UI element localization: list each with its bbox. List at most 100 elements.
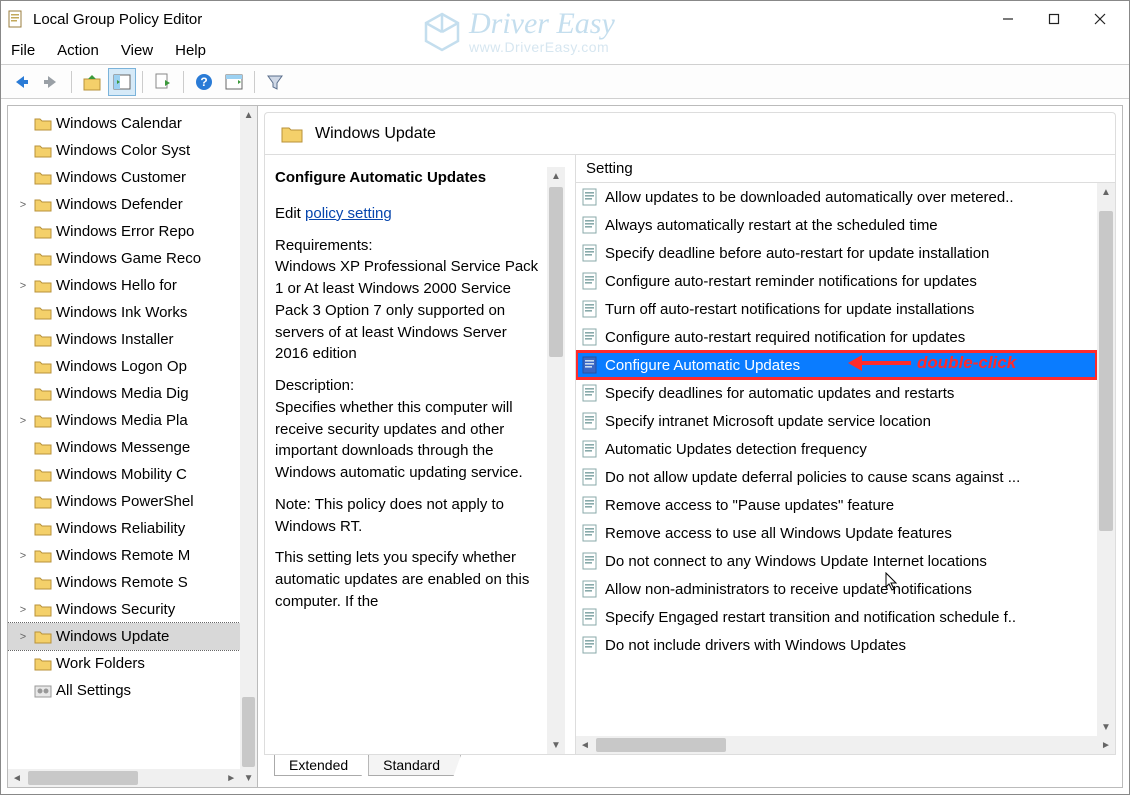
show-hide-tree-button[interactable] [108, 68, 136, 96]
folder-icon [34, 117, 52, 131]
expander-icon[interactable] [16, 307, 30, 319]
setting-row[interactable]: Allow non-administrators to receive upda… [576, 575, 1097, 603]
tree-item[interactable]: Windows Logon Op [8, 353, 240, 380]
expander-icon[interactable] [16, 577, 30, 589]
help-button[interactable]: ? [190, 68, 218, 96]
expander-icon[interactable] [16, 253, 30, 265]
tree-item[interactable]: Windows Media Dig [8, 380, 240, 407]
tree-item[interactable]: Work Folders [8, 650, 240, 677]
setting-row[interactable]: Specify Engaged restart transition and n… [576, 603, 1097, 631]
folder-icon [34, 603, 52, 617]
expander-icon[interactable] [16, 145, 30, 157]
minimize-button[interactable] [985, 3, 1031, 35]
maximize-button[interactable] [1031, 3, 1077, 35]
expander-icon[interactable] [16, 361, 30, 373]
policy-icon [582, 412, 599, 430]
setting-row[interactable]: Specify deadlines for automatic updates … [576, 379, 1097, 407]
properties-button[interactable] [220, 68, 248, 96]
tree-item[interactable]: Windows Customer [8, 164, 240, 191]
setting-row[interactable]: Remove access to use all Windows Update … [576, 519, 1097, 547]
policy-icon [582, 608, 599, 626]
expander-icon[interactable] [16, 388, 30, 400]
back-button[interactable] [7, 68, 35, 96]
tree-item[interactable]: Windows Remote S [8, 569, 240, 596]
setting-row[interactable]: Automatic Updates detection frequency [576, 435, 1097, 463]
up-button[interactable] [78, 68, 106, 96]
tree-item-label: Windows Error Repo [56, 223, 194, 240]
expander-icon[interactable]: > [16, 199, 30, 211]
menu-file[interactable]: File [11, 42, 35, 59]
tree-item[interactable]: Windows Ink Works [8, 299, 240, 326]
tree-item[interactable]: Windows Messenge [8, 434, 240, 461]
expander-icon[interactable]: > [16, 604, 30, 616]
tab-extended[interactable]: Extended [274, 755, 369, 776]
setting-row[interactable]: Do not connect to any Windows Update Int… [576, 547, 1097, 575]
policy-setting-link[interactable]: policy setting [305, 205, 392, 222]
list-header-setting[interactable]: Setting [576, 155, 1115, 183]
expander-icon[interactable]: > [16, 550, 30, 562]
tree-item[interactable]: Windows Calendar [8, 110, 240, 137]
app-icon [7, 10, 25, 28]
expander-icon[interactable] [16, 226, 30, 238]
setting-row[interactable]: Configure Automatic Updatesdouble-click [576, 351, 1097, 379]
setting-row[interactable]: Specify deadline before auto-restart for… [576, 239, 1097, 267]
setting-row[interactable]: Always automatically restart at the sche… [576, 211, 1097, 239]
expander-icon[interactable] [16, 442, 30, 454]
tree-item-label: Windows Defender [56, 196, 183, 213]
expander-icon[interactable] [16, 523, 30, 535]
menu-help[interactable]: Help [175, 42, 206, 59]
tree-item[interactable]: >Windows Hello for [8, 272, 240, 299]
tree-item[interactable]: All Settings [8, 677, 240, 704]
pane-header: Windows Update [264, 112, 1116, 154]
tree-item[interactable]: Windows Color Syst [8, 137, 240, 164]
expander-icon[interactable] [16, 658, 30, 670]
menu-view[interactable]: View [121, 42, 153, 59]
tree-item[interactable]: Windows Reliability [8, 515, 240, 542]
setting-label: Specify Engaged restart transition and n… [605, 609, 1016, 626]
setting-row[interactable]: Configure auto-restart required notifica… [576, 323, 1097, 351]
export-button[interactable] [149, 68, 177, 96]
expander-icon[interactable] [16, 469, 30, 481]
tree-horizontal-scrollbar[interactable]: ◄► [8, 769, 240, 787]
list-vertical-scrollbar[interactable]: ▲▼ [1097, 183, 1115, 736]
setting-row[interactable]: Allow updates to be downloaded automatic… [576, 183, 1097, 211]
folder-icon [34, 576, 52, 590]
tree-item[interactable]: Windows Installer [8, 326, 240, 353]
expander-icon[interactable] [16, 172, 30, 184]
menu-action[interactable]: Action [57, 42, 99, 59]
info-vertical-scrollbar[interactable]: ▲▼ [547, 167, 565, 754]
bottom-tabs: Extended Standard [264, 755, 1116, 781]
close-button[interactable] [1077, 3, 1123, 35]
expander-icon[interactable] [16, 118, 30, 130]
tree-vertical-scrollbar[interactable]: ▲▼ [240, 106, 257, 787]
tree-item[interactable]: >Windows Update [8, 623, 240, 650]
expander-icon[interactable]: > [16, 415, 30, 427]
tree-item[interactable]: Windows Game Reco [8, 245, 240, 272]
tree-item[interactable]: Windows Mobility C [8, 461, 240, 488]
policy-icon [582, 300, 599, 318]
setting-row[interactable]: Turn off auto-restart notifications for … [576, 295, 1097, 323]
tree-item[interactable]: Windows PowerShel [8, 488, 240, 515]
tree-item[interactable]: >Windows Media Pla [8, 407, 240, 434]
tab-standard[interactable]: Standard [368, 755, 461, 776]
expander-icon[interactable] [16, 334, 30, 346]
forward-button[interactable] [37, 68, 65, 96]
tree-item[interactable]: >Windows Security [8, 596, 240, 623]
list-horizontal-scrollbar[interactable]: ◄► [576, 736, 1115, 754]
tree-item-label: Windows Calendar [56, 115, 182, 132]
setting-row[interactable]: Do not include drivers with Windows Upda… [576, 631, 1097, 659]
tree-item[interactable]: >Windows Remote M [8, 542, 240, 569]
expander-icon[interactable]: > [16, 631, 30, 643]
setting-row[interactable]: Do not allow update deferral policies to… [576, 463, 1097, 491]
policy-icon [582, 216, 599, 234]
filter-button[interactable] [261, 68, 289, 96]
expander-icon[interactable] [16, 496, 30, 508]
setting-row[interactable]: Configure auto-restart reminder notifica… [576, 267, 1097, 295]
setting-label: Always automatically restart at the sche… [605, 217, 938, 234]
expander-icon[interactable] [16, 685, 30, 697]
setting-row[interactable]: Remove access to "Pause updates" feature [576, 491, 1097, 519]
tree-item[interactable]: Windows Error Repo [8, 218, 240, 245]
setting-row[interactable]: Specify intranet Microsoft update servic… [576, 407, 1097, 435]
tree-item[interactable]: > Windows Defender [8, 191, 240, 218]
expander-icon[interactable]: > [16, 280, 30, 292]
